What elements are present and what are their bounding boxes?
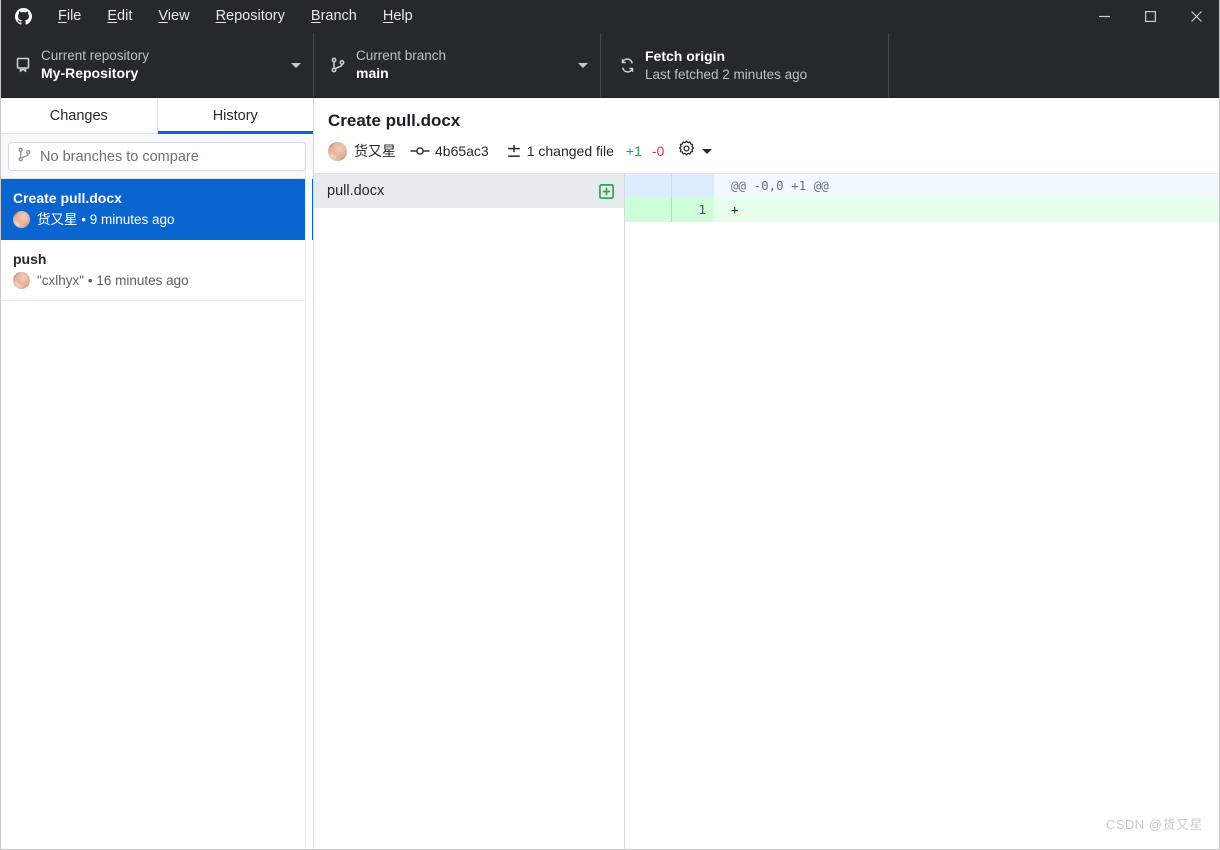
compare-branch-placeholder: No branches to compare	[40, 148, 199, 165]
maximize-icon[interactable]	[1127, 0, 1173, 33]
diff-added-line-row[interactable]: 1 +	[625, 198, 1219, 222]
diff-options-button[interactable]	[678, 140, 713, 162]
current-repository-label: Current repository	[41, 48, 150, 63]
chevron-down-icon	[578, 62, 588, 68]
commit-summary: Create pull.docx 货又星 4b65ac3 1 changed f…	[314, 98, 1219, 174]
compare-branch-area: No branches to compare	[1, 134, 313, 179]
commit-title: Create pull.docx	[13, 190, 122, 206]
toolbar-empty-area	[889, 33, 1219, 97]
fetch-origin-button[interactable]: Fetch origin Last fetched 2 minutes ago	[601, 33, 889, 97]
current-branch-button[interactable]: Current branch main	[314, 33, 601, 97]
menu-item-help[interactable]: Help	[370, 0, 426, 33]
current-branch-label: Current branch	[356, 48, 447, 63]
tab-history[interactable]: History	[156, 98, 313, 134]
window-controls	[1081, 0, 1219, 33]
list-item[interactable]: Create pull.docx 货又星 • 9 minutes ago	[1, 179, 313, 240]
commit-subtitle: 货又星 • 9 minutes ago	[37, 212, 175, 227]
commit-title: push	[13, 251, 47, 267]
avatar	[13, 272, 30, 289]
list-item[interactable]: push "cxlhyx" • 16 minutes ago	[1, 240, 313, 301]
menu-item-repository[interactable]: Repository	[203, 0, 298, 33]
diff-new-line-number	[671, 174, 714, 198]
fetch-origin-label: Fetch origin	[645, 48, 726, 64]
commit-author: 货又星	[354, 143, 396, 159]
sidebar-scrollbar[interactable]	[305, 170, 312, 849]
sidebar-tabs: Changes History	[1, 98, 313, 134]
additions-count: +1	[625, 143, 642, 159]
deletions-count: -0	[651, 143, 665, 159]
compare-branch-input[interactable]: No branches to compare	[8, 142, 306, 171]
diff-viewer: @@ -0,0 +1 @@ 1 +	[625, 174, 1219, 849]
git-commit-icon	[410, 144, 430, 158]
diff-line-content: @@ -0,0 +1 @@	[731, 178, 829, 193]
diff-old-line-number	[625, 198, 671, 222]
repo-icon	[15, 57, 41, 73]
commit-meta: 货又星 • 9 minutes ago	[13, 211, 301, 228]
diff-hunk-header-row: @@ -0,0 +1 @@	[625, 174, 1219, 198]
github-logo-icon	[1, 8, 45, 25]
file-name: pull.docx	[327, 183, 385, 199]
diff-new-line-number: 1	[671, 198, 714, 222]
app-toolbar: Current repository My-Repository Current…	[1, 33, 1219, 98]
tab-changes[interactable]: Changes	[1, 98, 157, 133]
git-branch-icon	[17, 147, 40, 167]
git-branch-icon	[330, 57, 356, 73]
commit-list: Create pull.docx 货又星 • 9 minutes ago pus…	[1, 179, 313, 849]
diff-line-content: +	[731, 202, 739, 217]
menu-item-file[interactable]: File	[45, 0, 94, 33]
avatar	[13, 211, 30, 228]
commit-meta: "cxlhyx" • 16 minutes ago	[13, 272, 301, 289]
commit-subtitle: "cxlhyx" • 16 minutes ago	[37, 273, 189, 288]
current-repository-button[interactable]: Current repository My-Repository	[1, 33, 314, 97]
title-bar: File Edit View Repository Branch Help	[1, 0, 1219, 33]
current-branch-value: main	[356, 65, 389, 81]
chevron-down-icon	[702, 148, 713, 154]
table-row[interactable]: pull.docx	[314, 174, 624, 208]
diff-old-line-number	[625, 174, 671, 198]
sidebar: Changes History No branches to compare C…	[1, 98, 314, 849]
main-panel: Create pull.docx 货又星 4b65ac3 1 changed f…	[314, 98, 1219, 849]
commit-summary-meta: 货又星 4b65ac3 1 changed file +1 -0	[328, 140, 1205, 162]
menu-item-edit[interactable]: Edit	[94, 0, 145, 33]
plus-box-icon	[599, 183, 614, 199]
changed-files-count: 1 changed file	[526, 143, 614, 159]
file-list-panel: pull.docx	[314, 174, 625, 849]
page-title: Create pull.docx	[328, 111, 461, 130]
current-repository-value: My-Repository	[41, 65, 139, 81]
menu-item-view[interactable]: View	[145, 0, 202, 33]
close-icon[interactable]	[1173, 0, 1219, 33]
avatar	[328, 141, 347, 161]
github-desktop-window: File Edit View Repository Branch Help Cu…	[0, 0, 1220, 850]
menu-item-branch[interactable]: Branch	[298, 0, 370, 33]
diff-panes: pull.docx @@ -0,0 +1 @@ 1 +	[314, 174, 1219, 849]
sync-icon	[619, 57, 645, 74]
menu-bar: File Edit View Repository Branch Help	[45, 0, 426, 33]
commit-sha[interactable]: 4b65ac3	[435, 143, 489, 159]
fetch-origin-status: Last fetched 2 minutes ago	[645, 67, 808, 82]
diff-icon	[507, 144, 521, 159]
minimize-icon[interactable]	[1081, 0, 1127, 33]
app-body: Changes History No branches to compare C…	[1, 98, 1219, 849]
chevron-down-icon	[291, 62, 301, 68]
gear-icon	[678, 140, 695, 162]
